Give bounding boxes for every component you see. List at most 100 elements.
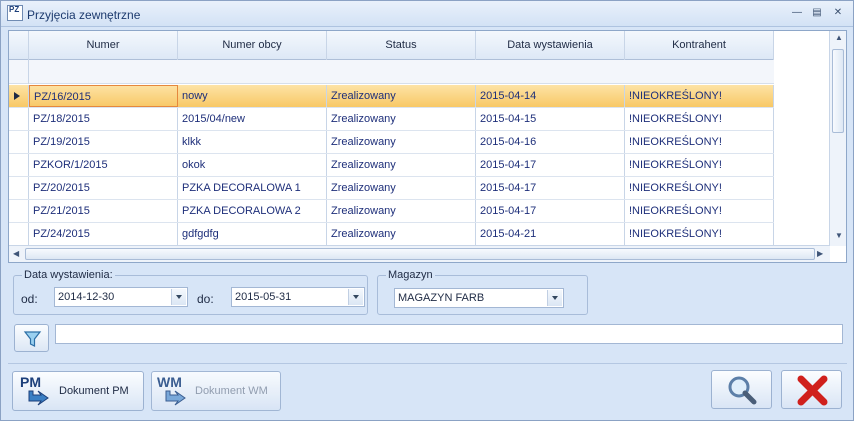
horizontal-scrollbar[interactable]: ◀ ▶ (9, 245, 830, 262)
search-input[interactable] (55, 324, 843, 344)
scroll-right-icon[interactable]: ▶ (817, 249, 823, 258)
title-bar: PZ Przyjęcia zewnętrzne — ▤ ✕ (1, 1, 853, 27)
cell-numer-obcy[interactable]: PZKA DECORALOWA 1 (178, 177, 327, 199)
app-window: PZ Przyjęcia zewnętrzne — ▤ ✕ Numer Nume… (0, 0, 854, 421)
cell-numer-obcy[interactable]: gdfgdfg (178, 223, 327, 245)
window-title: Przyjęcia zewnętrzne (27, 8, 141, 22)
table-row[interactable]: PZ/16/2015 nowy Zrealizowany 2015-04-14 !NIE… (9, 85, 774, 108)
table-row[interactable]: PZ/21/2015 PZKA DECORALOWA 2 Zrealizowany 2… (9, 200, 774, 223)
minimize-button[interactable]: — (789, 6, 805, 20)
row-indicator[interactable] (9, 223, 29, 245)
cell-numer-obcy[interactable]: okok (178, 154, 327, 176)
svg-text:WM: WM (157, 374, 182, 390)
table-row[interactable]: PZ/19/2015 klkk Zrealizowany 2015-04-16 !NIE… (9, 131, 774, 154)
vertical-scrollbar[interactable]: ▲ ▼ (829, 31, 846, 246)
cell-numer[interactable]: PZ/24/2015 (29, 223, 178, 245)
column-header-kontrahent[interactable]: Kontrahent (625, 31, 774, 60)
close-button[interactable] (781, 370, 842, 409)
cell-status[interactable]: Zrealizowany (327, 177, 476, 199)
dokument-wm-button[interactable]: WM Dokument WM (151, 371, 281, 411)
chevron-down-icon[interactable] (348, 289, 363, 305)
cell-kontrahent[interactable]: !NIEOKREŚLONY! (625, 200, 774, 222)
row-indicator[interactable] (9, 200, 29, 222)
scroll-down-icon[interactable]: ▼ (835, 231, 843, 240)
pm-document-icon: PM (20, 374, 49, 406)
date-filter-legend: Data wystawienia: (24, 269, 113, 281)
column-header-numer-obcy[interactable]: Numer obcy (178, 31, 327, 60)
table-row[interactable]: PZ/24/2015 gdfgdfg Zrealizowany 2015-04-21!… (9, 223, 774, 246)
cell-data-wystawienia[interactable]: 2015-04-17 (476, 177, 625, 199)
cell-kontrahent[interactable]: !NIEOKREŚLONY! (625, 177, 774, 199)
cell-data-wystawienia[interactable]: 2015-04-16 (476, 131, 625, 153)
svg-text:PM: PM (20, 374, 41, 390)
cell-numer-obcy[interactable]: nowy (178, 85, 327, 107)
cell-data-wystawienia[interactable]: 2015-04-14 (476, 85, 625, 107)
close-icon (797, 375, 828, 406)
date-from-label: od: (21, 292, 38, 306)
row-indicator[interactable] (9, 131, 29, 153)
cell-kontrahent[interactable]: !NIEOKREŚLONY! (625, 223, 774, 245)
header-indicator (9, 31, 29, 60)
row-indicator[interactable] (9, 154, 29, 176)
cell-numer-obcy[interactable]: PZKA DECORALOWA 2 (178, 200, 327, 222)
column-header-status[interactable]: Status (327, 31, 476, 60)
scroll-up-icon[interactable]: ▲ (835, 33, 843, 42)
table-row[interactable]: PZ/20/2015 PZKA DECORALOWA 1 Zrealizowany 2… (9, 177, 774, 200)
cell-numer[interactable]: PZ/19/2015 (29, 131, 178, 153)
cell-status[interactable]: Zrealizowany (327, 131, 476, 153)
date-from-value: 2014-12-30 (58, 291, 115, 303)
scroll-left-icon[interactable]: ◀ (13, 249, 19, 258)
cell-status[interactable]: Zrealizowany (327, 108, 476, 130)
warehouse-legend: Magazyn (388, 269, 433, 281)
warehouse-value: MAGAZYN FARB (398, 292, 485, 304)
cell-numer-obcy[interactable]: 2015/04/new (178, 108, 327, 130)
cell-kontrahent[interactable]: !NIEOKREŚLONY! (625, 131, 774, 153)
current-row-arrow-icon (14, 92, 20, 100)
cell-kontrahent[interactable]: !NIEOKREŚLONY! (625, 85, 774, 107)
dokument-wm-label: Dokument WM (195, 385, 268, 397)
cell-numer[interactable]: PZ/18/2015 (29, 108, 178, 130)
cell-numer-obcy[interactable]: klkk (178, 131, 327, 153)
cell-numer[interactable]: PZ/21/2015 (29, 200, 178, 222)
vertical-scroll-thumb[interactable] (832, 49, 844, 133)
wm-document-icon: WM (157, 374, 186, 406)
cell-status[interactable]: Zrealizowany (327, 85, 476, 107)
row-indicator[interactable] (9, 108, 29, 130)
date-from-picker[interactable]: 2014-12-30 (54, 287, 188, 307)
cell-data-wystawienia[interactable]: 2015-04-15 (476, 108, 625, 130)
column-header-data-wystawienia[interactable]: Data wystawienia (476, 31, 625, 60)
column-header-numer[interactable]: Numer (29, 31, 178, 60)
row-indicator[interactable] (9, 85, 29, 107)
cell-numer[interactable]: PZ/16/2015 (29, 85, 178, 107)
app-icon: PZ (7, 5, 23, 21)
documents-grid[interactable]: Numer Numer obcy Status Data wystawienia… (8, 30, 847, 263)
dokument-pm-label: Dokument PM (59, 385, 129, 397)
horizontal-scroll-thumb[interactable] (25, 248, 815, 260)
warehouse-select[interactable]: MAGAZYN FARB (394, 288, 564, 308)
grid-filter-row[interactable] (9, 60, 774, 84)
cell-data-wystawienia[interactable]: 2015-04-17 (476, 200, 625, 222)
filter-button[interactable] (14, 324, 49, 352)
funnel-icon (23, 331, 42, 347)
cell-status[interactable]: Zrealizowany (327, 154, 476, 176)
chevron-down-icon[interactable] (547, 290, 562, 306)
date-to-value: 2015-05-31 (235, 291, 292, 303)
cell-kontrahent[interactable]: !NIEOKREŚLONY! (625, 154, 774, 176)
maximize-button[interactable]: ▤ (809, 6, 825, 20)
cell-numer[interactable]: PZKOR/1/2015 (29, 154, 178, 176)
dokument-pm-button[interactable]: PM Dokument PM (12, 371, 144, 411)
date-to-picker[interactable]: 2015-05-31 (231, 287, 365, 307)
table-row[interactable]: PZ/18/2015 2015/04/new Zrealizowany 2015-04… (9, 108, 774, 131)
search-button[interactable] (711, 370, 772, 409)
cell-status[interactable]: Zrealizowany (327, 223, 476, 245)
cell-kontrahent[interactable]: !NIEOKREŚLONY! (625, 108, 774, 130)
chevron-down-icon[interactable] (171, 289, 186, 305)
row-indicator[interactable] (9, 177, 29, 199)
close-window-button[interactable]: ✕ (830, 6, 846, 20)
table-row[interactable]: PZKOR/1/2015 okok Zrealizowany 2015-04-17 !N… (9, 154, 774, 177)
cell-numer[interactable]: PZ/20/2015 (29, 177, 178, 199)
cell-data-wystawienia[interactable]: 2015-04-21 (476, 223, 625, 245)
date-to-label: do: (197, 292, 214, 306)
cell-data-wystawienia[interactable]: 2015-04-17 (476, 154, 625, 176)
cell-status[interactable]: Zrealizowany (327, 200, 476, 222)
